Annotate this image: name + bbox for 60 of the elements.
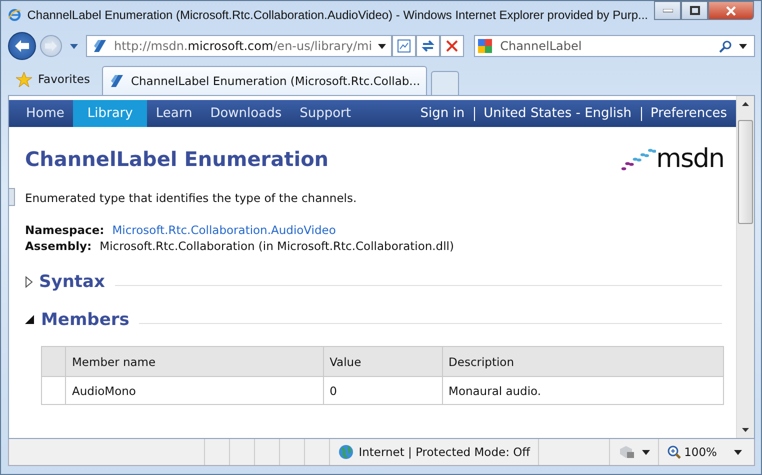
header-link[interactable]: Sign in xyxy=(417,106,468,121)
browser-logo-icon xyxy=(8,7,22,23)
window-title: ChannelLabel Enumeration (Microsoft.Rtc.Collaboration.AudioVideo) - Windows Internet Explorer provided by Purp... xyxy=(27,8,648,22)
search-provider-icon xyxy=(477,38,494,54)
shield-lock-icon xyxy=(618,445,636,459)
magnifier-icon xyxy=(667,445,682,459)
browser-tab[interactable]: ChannelLabel Enumeration (Microsoft.Rtc.Collab... xyxy=(102,66,428,95)
address-field[interactable]: http://msdn.microsoft.com/en-us/library/mi xyxy=(86,35,392,57)
column-header: Member name xyxy=(66,346,324,376)
star-icon xyxy=(16,72,32,86)
site-logo[interactable]: msdn xyxy=(616,144,724,174)
site-icon xyxy=(92,38,108,54)
expand-triangle-icon[interactable] xyxy=(25,276,33,288)
minimize-button[interactable] xyxy=(654,1,681,20)
nav-tab[interactable]: Home xyxy=(17,100,74,127)
section-heading[interactable]: Syntax xyxy=(39,272,105,292)
scroll-up-icon[interactable] xyxy=(742,102,749,106)
scroll-down-icon[interactable] xyxy=(742,428,749,432)
back-button[interactable] xyxy=(8,32,36,60)
right-arrow-icon xyxy=(44,40,58,52)
close-icon xyxy=(726,6,736,16)
table-cell: AudioMono xyxy=(66,376,324,404)
field-label: Namespace: xyxy=(25,223,104,237)
left-arrow-icon xyxy=(14,39,30,53)
dropdown-arrow-icon xyxy=(734,450,742,454)
nav-tab[interactable]: Support xyxy=(290,100,360,127)
maximize-icon xyxy=(690,6,700,15)
table-cell: 0 xyxy=(323,376,442,404)
page-title: ChannelLabel Enumeration xyxy=(25,147,329,171)
compatibility-view-icon[interactable] xyxy=(392,35,416,57)
field-label: Assembly: xyxy=(25,239,92,253)
stop-icon[interactable] xyxy=(440,35,464,57)
close-button[interactable] xyxy=(708,1,754,20)
header-link[interactable]: United States - English xyxy=(480,106,635,121)
dropdown-arrow-icon xyxy=(642,450,650,454)
globe-icon xyxy=(338,444,354,460)
search-icon[interactable] xyxy=(719,40,732,52)
column-header: Description xyxy=(442,346,724,376)
side-panel-handle[interactable] xyxy=(9,188,15,206)
header-link[interactable]: Preferences xyxy=(648,106,730,121)
assembly-value: Microsoft.Rtc.Collaboration (in Microsoft.Rtc.Collaboration.dll) xyxy=(100,239,454,253)
zoom-level[interactable]: 100% xyxy=(658,439,754,465)
table-cell: Monaural audio. xyxy=(442,376,724,404)
search-field[interactable]: ChannelLabel xyxy=(474,35,755,57)
summary-text: Enumerated type that identifies the type of the channels. xyxy=(25,191,358,205)
favorites-button[interactable]: Favorites xyxy=(8,65,98,93)
dropdown-arrow-icon[interactable] xyxy=(739,44,747,48)
security-zone: Internet | Protected Mode: Off xyxy=(328,439,538,465)
site-icon xyxy=(108,73,125,89)
maximize-button[interactable] xyxy=(681,1,708,20)
nav-tab[interactable]: Learn xyxy=(146,100,202,127)
namespace-link[interactable]: Microsoft.Rtc.Collaboration.AudioVideo xyxy=(112,223,336,237)
vertical-scrollbar[interactable] xyxy=(736,96,754,438)
column-header: Value xyxy=(323,346,442,376)
nav-tab[interactable]: Downloads xyxy=(201,100,291,127)
dropdown-arrow-icon[interactable] xyxy=(378,44,386,48)
minimize-icon xyxy=(662,8,672,12)
refresh-icon[interactable] xyxy=(416,35,440,57)
section-heading[interactable]: Members xyxy=(41,310,130,330)
collapse-triangle-icon[interactable] xyxy=(25,315,35,325)
